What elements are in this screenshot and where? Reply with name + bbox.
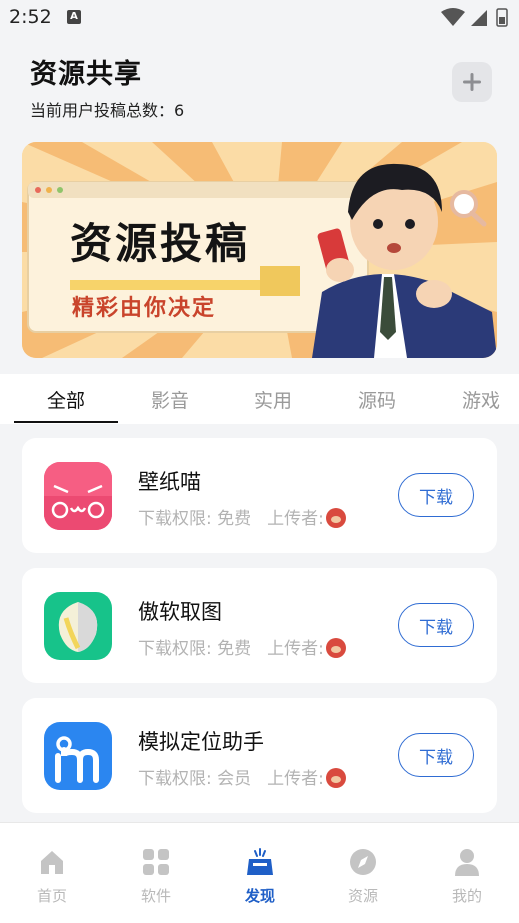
compass-icon bbox=[350, 849, 376, 875]
nav-resources[interactable]: 资源 bbox=[328, 847, 398, 906]
tab-all[interactable]: 全部 bbox=[47, 386, 85, 413]
submission-count-value: 6 bbox=[174, 101, 185, 120]
banner-title: 资源投稿 bbox=[70, 219, 251, 268]
page-title: 资源共享 bbox=[30, 59, 142, 90]
nav-label: 发现 bbox=[244, 887, 275, 905]
app-meta: 下载权限: 会员 上传者: bbox=[138, 764, 346, 789]
tab-utility[interactable]: 实用 bbox=[254, 386, 292, 413]
leaf-icon bbox=[44, 592, 112, 660]
uploader-avatar[interactable] bbox=[325, 768, 346, 788]
download-permission: 下载权限: 免费 bbox=[138, 639, 252, 659]
nav-label: 我的 bbox=[451, 887, 482, 905]
category-tabs: 全部 影音 实用 源码 游戏 bbox=[0, 374, 519, 424]
submission-banner[interactable]: 资源投稿 精彩由你决定 bbox=[22, 142, 497, 358]
download-button[interactable]: 下载 bbox=[398, 473, 474, 517]
tab-media[interactable]: 影音 bbox=[151, 386, 189, 413]
uploader-avatar[interactable] bbox=[325, 638, 346, 658]
app-meta: 下载权限: 免费 上传者: bbox=[138, 634, 346, 659]
signal-icon bbox=[471, 10, 487, 26]
download-permission: 下载权限: 免费 bbox=[138, 509, 252, 529]
uploader-label: 上传者: bbox=[267, 769, 324, 789]
download-button[interactable]: 下载 bbox=[398, 733, 474, 777]
tab-source-code[interactable]: 源码 bbox=[358, 386, 396, 413]
notification-icon: A bbox=[67, 10, 81, 24]
status-bar: 2:52 A bbox=[0, 0, 519, 36]
uploader-label: 上传者: bbox=[267, 639, 324, 659]
letter-m-icon bbox=[44, 722, 112, 790]
submission-count: 当前用户投稿总数：6 bbox=[30, 97, 184, 121]
plus-icon bbox=[463, 73, 481, 91]
status-time: 2:52 bbox=[9, 6, 52, 28]
wifi-icon bbox=[441, 8, 465, 26]
tab-games[interactable]: 游戏 bbox=[462, 386, 500, 413]
submission-count-label: 当前用户投稿总数： bbox=[30, 101, 175, 120]
grid-icon bbox=[143, 849, 169, 875]
app-card[interactable]: 傲软取图 下载权限: 免费 上传者: 下载 bbox=[22, 568, 497, 683]
home-icon bbox=[41, 851, 63, 874]
nav-label: 首页 bbox=[36, 887, 67, 905]
nav-home[interactable]: 首页 bbox=[17, 847, 87, 906]
cat-face-icon bbox=[44, 462, 112, 530]
nav-software[interactable]: 软件 bbox=[121, 847, 191, 906]
nav-label: 软件 bbox=[140, 887, 171, 905]
user-icon bbox=[455, 849, 479, 876]
nav-profile[interactable]: 我的 bbox=[432, 847, 502, 906]
download-permission: 下载权限: 会员 bbox=[138, 769, 252, 789]
app-card[interactable]: 模拟定位助手 下载权限: 会员 上传者: 下载 bbox=[22, 698, 497, 813]
app-name: 傲软取图 bbox=[138, 600, 222, 624]
uploader-label: 上传者: bbox=[267, 509, 324, 529]
download-button[interactable]: 下载 bbox=[398, 603, 474, 647]
add-submission-button[interactable] bbox=[452, 62, 492, 102]
app-name: 模拟定位助手 bbox=[138, 730, 264, 754]
active-tab-indicator bbox=[14, 421, 118, 423]
nav-discover[interactable]: 发现 bbox=[225, 847, 295, 906]
banner-subtitle: 精彩由你决定 bbox=[72, 296, 217, 321]
inbox-icon bbox=[247, 848, 273, 875]
app-card[interactable]: 壁纸喵 下载权限: 免费 上传者: 下载 bbox=[22, 438, 497, 553]
uploader-avatar[interactable] bbox=[325, 508, 346, 528]
app-meta: 下载权限: 免费 上传者: bbox=[138, 504, 346, 529]
system-status-icons bbox=[441, 8, 508, 27]
bottom-navigation: 首页 软件 发现 资源 我的 bbox=[0, 822, 519, 923]
nav-label: 资源 bbox=[347, 887, 378, 905]
app-name: 壁纸喵 bbox=[138, 470, 201, 494]
